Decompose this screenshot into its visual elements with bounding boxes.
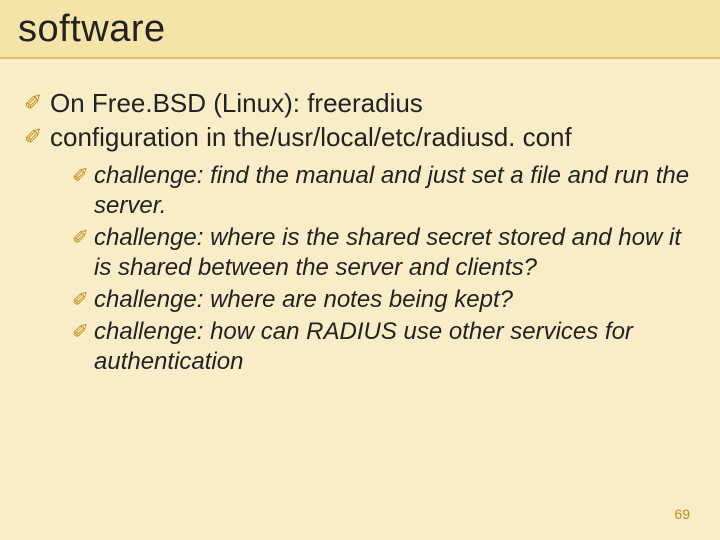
bullet-level2: ✐ challenge: where is the shared secret …	[72, 223, 690, 283]
slide-title: software	[18, 8, 702, 51]
bullet-icon: ✐	[72, 285, 94, 315]
page-number: 69	[674, 506, 690, 522]
bullet-level2: ✐ challenge: find the manual and just se…	[72, 161, 690, 221]
bullet-level1: ✐ configuration in the/usr/local/etc/rad…	[24, 121, 690, 153]
bullet-icon: ✐	[24, 121, 50, 153]
bullet-text: challenge: find the manual and just set …	[94, 161, 690, 221]
slide: software ✐ On Free.BSD (Linux): freeradi…	[0, 0, 720, 540]
bullet-icon: ✐	[24, 87, 50, 119]
slide-content: ✐ On Free.BSD (Linux): freeradius ✐ conf…	[0, 59, 720, 377]
bullet-text: configuration in the/usr/local/etc/radiu…	[50, 121, 572, 153]
bullet-text: challenge: where are notes being kept?	[94, 285, 513, 315]
bullet-icon: ✐	[72, 161, 94, 191]
bullet-level2: ✐ challenge: how can RADIUS use other se…	[72, 317, 690, 377]
bullet-level1: ✐ On Free.BSD (Linux): freeradius	[24, 87, 690, 119]
bullet-icon: ✐	[72, 317, 94, 347]
bullet-icon: ✐	[72, 223, 94, 253]
bullet-text: challenge: where is the shared secret st…	[94, 223, 690, 283]
bullet-level2: ✐ challenge: where are notes being kept?	[72, 285, 690, 315]
bullet-text: On Free.BSD (Linux): freeradius	[50, 87, 423, 119]
sub-bullet-group: ✐ challenge: find the manual and just se…	[24, 155, 690, 377]
bullet-text: challenge: how can RADIUS use other serv…	[94, 317, 690, 377]
title-band: software	[0, 0, 720, 59]
